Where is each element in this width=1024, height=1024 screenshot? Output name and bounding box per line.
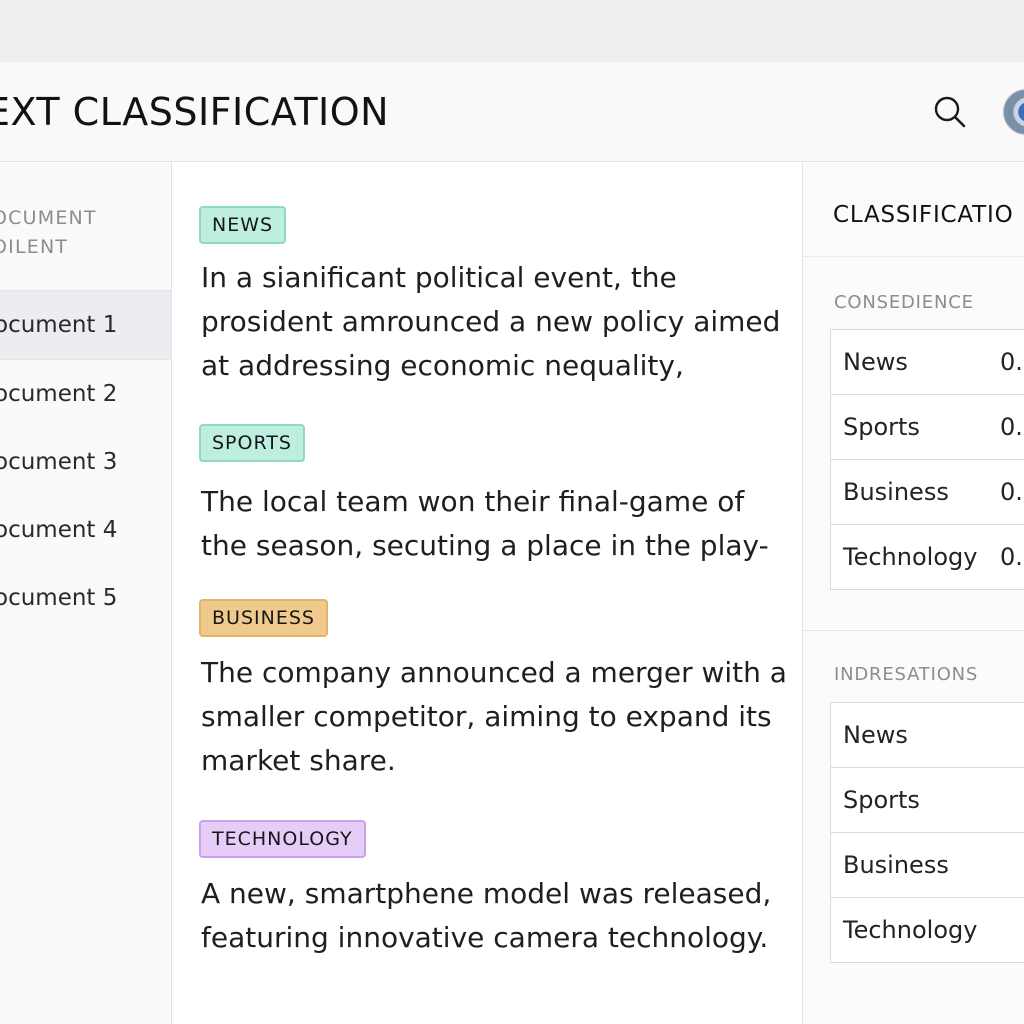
classification-panel: CLASSIFICATIO CONSEDIENCE News 0.. Sport… [803,162,1024,1024]
sidebar-item-document-3[interactable]: ocument 3 [0,428,171,496]
sidebar-item-label: ocument 3 [0,449,118,475]
row-label: Business [843,478,949,506]
app-window: EXT CLASSIFICATION OCUMENT OILENT ocumen… [0,62,1024,1024]
entry-news: NEWS In a sianificant political event, t… [199,206,799,388]
technology-tag[interactable]: TECHNOLOGY [199,820,366,858]
entry-text: The company announced a merger with a sm… [201,656,787,777]
sidebar-item-document-5[interactable]: ocument 5 [0,564,171,632]
sidebar-item-document-1[interactable]: ocument 1 [0,290,171,360]
row-label: Sports [843,786,920,814]
browser-top-strip [0,0,1024,62]
panel-title: CLASSIFICATIO [833,202,1014,228]
sidebar-item-document-2[interactable]: ocument 2 [0,360,171,428]
row-value: 0. [1000,413,1023,441]
sidebar-item-label: ocument 5 [0,585,118,611]
row-value: 0.. [1000,348,1024,376]
search-icon [934,96,966,128]
row-label: Business [843,851,949,879]
row-label: Technology [843,916,978,944]
business-tag[interactable]: BUSINESS [199,599,328,637]
divider [803,630,1024,631]
user-avatar[interactable] [1003,89,1024,135]
table-row[interactable]: Sports [831,768,1024,833]
entry-business: BUSINESS The company announced a merger … [199,599,799,783]
confidence-label: CONSEDIENCE [834,292,974,313]
table-row: Business 0.( [831,460,1024,525]
document-sidebar: OCUMENT OILENT ocument 1 ocument 2 ocume… [0,162,172,1024]
table-row[interactable]: News [831,703,1024,768]
sidebar-item-label: ocument 4 [0,517,118,543]
sidebar-heading: OCUMENT OILENT [0,207,97,258]
entry-text: The local team won their final-game of t… [201,485,769,562]
confidence-table: News 0.. Sports 0. Business 0.( Technolo… [830,329,1024,590]
sports-tag[interactable]: SPORTS [199,424,305,462]
sidebar-item-document-4[interactable]: ocument 4 [0,496,171,564]
second-section-label: INDRESATIONS [834,664,979,685]
row-label: Sports [843,413,920,441]
entry-sports: SPORTS The local team won their final-ga… [199,424,799,568]
table-row: Sports 0. [831,395,1024,460]
row-value: 0.( [1000,478,1024,506]
document-content: NEWS In a sianificant political event, t… [172,162,803,1024]
news-tag[interactable]: NEWS [199,206,287,244]
table-row: News 0.. [831,330,1024,395]
document-list: ocument 1 ocument 2 ocument 3 ocument 4 … [0,290,171,632]
row-label: Technology [843,543,978,571]
row-value: 0.( [1000,543,1024,571]
table-row: Technology 0.( [831,525,1024,589]
page-title: EXT CLASSIFICATION [0,90,390,134]
sidebar-item-label: ocument 2 [0,381,118,407]
table-row[interactable]: Technology [831,898,1024,962]
divider [803,256,1024,257]
entry-text: A new, smartphene model was released, fe… [201,877,772,954]
entry-technology: TECHNOLOGY A new, smartphene model was r… [199,820,799,960]
second-table: News Sports Business Technology [830,702,1024,963]
app-header: EXT CLASSIFICATION [0,62,1024,162]
row-label: News [843,348,908,376]
search-button[interactable] [930,92,970,132]
sidebar-item-label: ocument 1 [0,312,118,338]
row-label: News [843,721,908,749]
entry-text: In a sianificant political event, the pr… [201,261,781,382]
table-row[interactable]: Business [831,833,1024,898]
